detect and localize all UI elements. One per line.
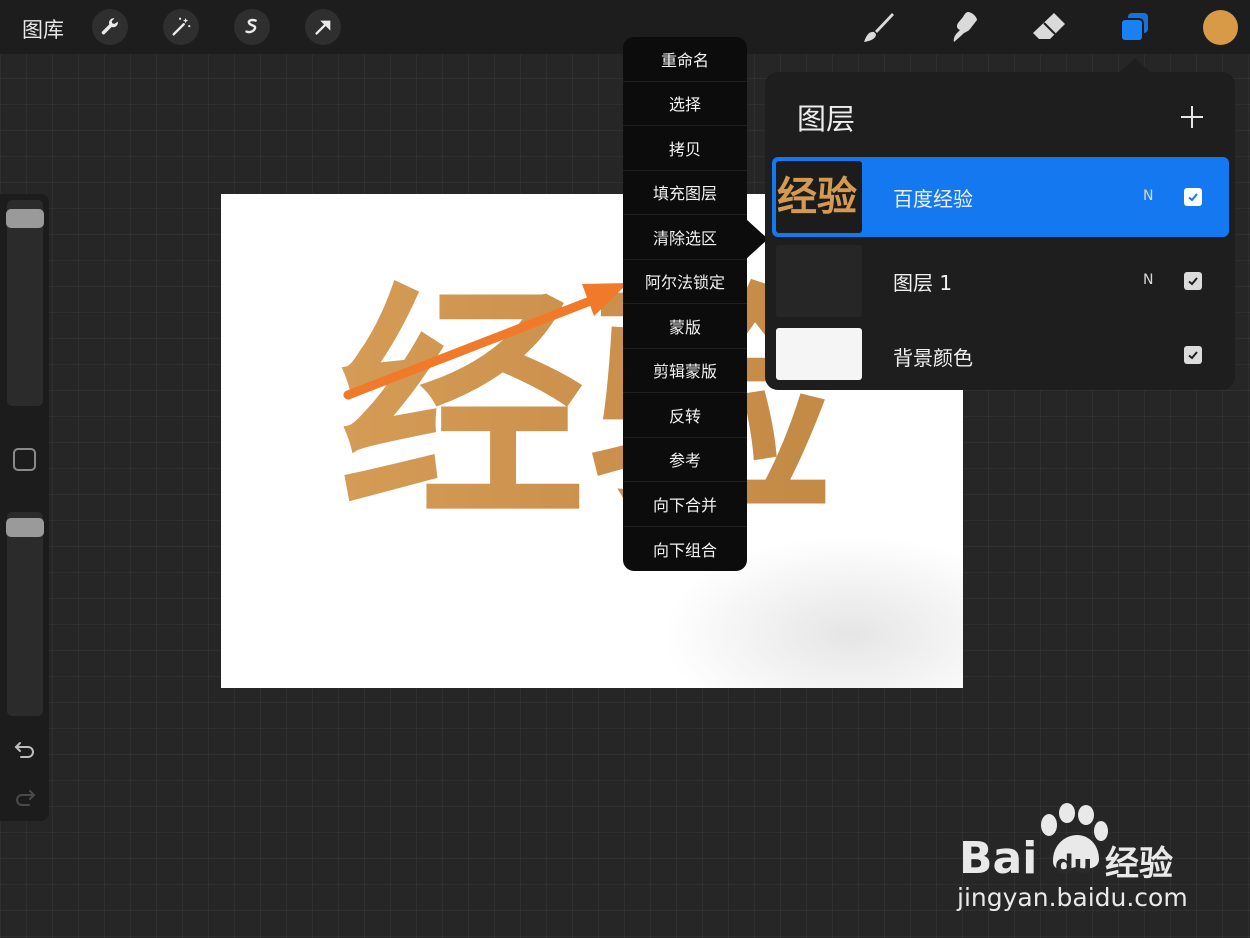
watermark-brand: Bai [959,833,1038,884]
menu-item-clipping-mask[interactable]: 剪辑蒙版 [623,349,747,393]
blend-mode-button[interactable]: N [1143,272,1153,288]
layer-thumbnail: 经验 [776,161,862,233]
layer-visibility-checkbox[interactable] [1184,272,1202,290]
layer-row-baidu-jingyan[interactable]: 经验 百度经验 N [772,157,1229,237]
layer-options-menu: 重命名 选择 拷贝 填充图层 清除选区 阿尔法锁定 蒙版 剪辑蒙版 反转 参考 … [623,37,747,571]
menu-item-merge-down[interactable]: 向下合并 [623,482,747,527]
watermark-url: jingyan.baidu.com [957,883,1188,912]
checkmark-icon [1188,351,1198,360]
layer-name: 背景颜色 [893,346,973,370]
layers-panel-pointer [1119,58,1151,73]
menu-item-mask[interactable]: 蒙版 [623,304,747,349]
menu-item-rename[interactable]: 重命名 [623,37,747,82]
baidu-jingyan-watermark: Bai du 经验 jingyan.baidu.com [955,803,1195,923]
watermark-brand-du: du [1055,850,1093,880]
blend-mode-button[interactable]: N [1143,188,1153,204]
menu-item-combine-down[interactable]: 向下组合 [623,527,747,572]
layer-thumbnail [776,328,862,380]
layer-row-background-color[interactable]: 背景颜色 [772,315,1229,385]
layer-visibility-checkbox[interactable] [1184,346,1202,364]
menu-item-alpha-lock[interactable]: 阿尔法锁定 [623,260,747,304]
menu-item-reference[interactable]: 参考 [623,438,747,482]
layer-thumbnail-text: 经验 [777,174,857,220]
menu-item-fill-layer[interactable]: 填充图层 [623,171,747,215]
layer-name: 百度经验 [893,187,973,211]
checkmark-icon [1188,277,1198,286]
menu-item-invert[interactable]: 反转 [623,393,747,438]
annotation-arrow-head [582,283,628,316]
layer-thumbnail [776,245,862,317]
menu-item-copy[interactable]: 拷贝 [623,126,747,171]
menu-item-select[interactable]: 选择 [623,82,747,126]
layers-panel: 图层 经验 百度经验 N 图层 1 N 背景颜色 [765,72,1235,390]
checkmark-icon [1188,193,1198,202]
layers-panel-title: 图层 [797,102,856,136]
annotation-arrow-shaft [343,293,603,400]
layer-row-layer-1[interactable]: 图层 1 N [772,241,1229,321]
watermark-suffix: 经验 [1105,844,1173,884]
layer-visibility-checkbox[interactable] [1184,188,1202,206]
menu-item-clear-selection[interactable]: 清除选区 [623,215,747,260]
plus-icon[interactable] [1179,104,1205,130]
layer-name: 图层 1 [893,271,953,295]
